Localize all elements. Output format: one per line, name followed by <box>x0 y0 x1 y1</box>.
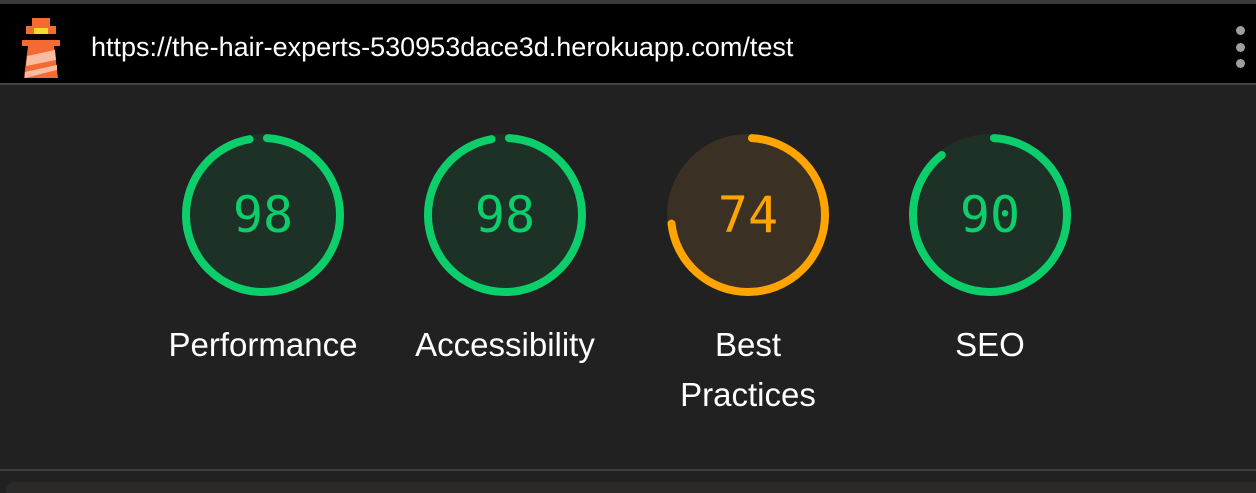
accessibility-label: Accessibility <box>415 326 595 363</box>
best-practices-label: Best Practices <box>680 326 816 413</box>
accessibility-gauge[interactable]: 98 <box>420 130 590 300</box>
accessibility-score: 98 <box>474 186 536 244</box>
next-section-panel <box>6 482 1256 493</box>
section-divider <box>0 469 1256 471</box>
kebab-menu-icon[interactable] <box>1232 26 1250 72</box>
best-practices-gauge[interactable]: 74 <box>663 130 833 300</box>
lighthouse-icon <box>22 18 60 78</box>
best-practices-score: 74 <box>717 186 779 244</box>
performance-label: Performance <box>168 326 358 363</box>
seo-label: SEO <box>955 326 1025 363</box>
seo-score: 90 <box>959 186 1021 244</box>
performance-gauge[interactable]: 98 <box>178 130 348 300</box>
seo-gauge[interactable]: 90 <box>905 130 1075 300</box>
report-url-bar: https://the-hair-experts-530953dace3d.he… <box>0 4 1256 83</box>
performance-score: 98 <box>232 186 294 244</box>
report-url[interactable]: https://the-hair-experts-530953dace3d.he… <box>91 30 793 64</box>
url-bar-border <box>0 83 1256 85</box>
